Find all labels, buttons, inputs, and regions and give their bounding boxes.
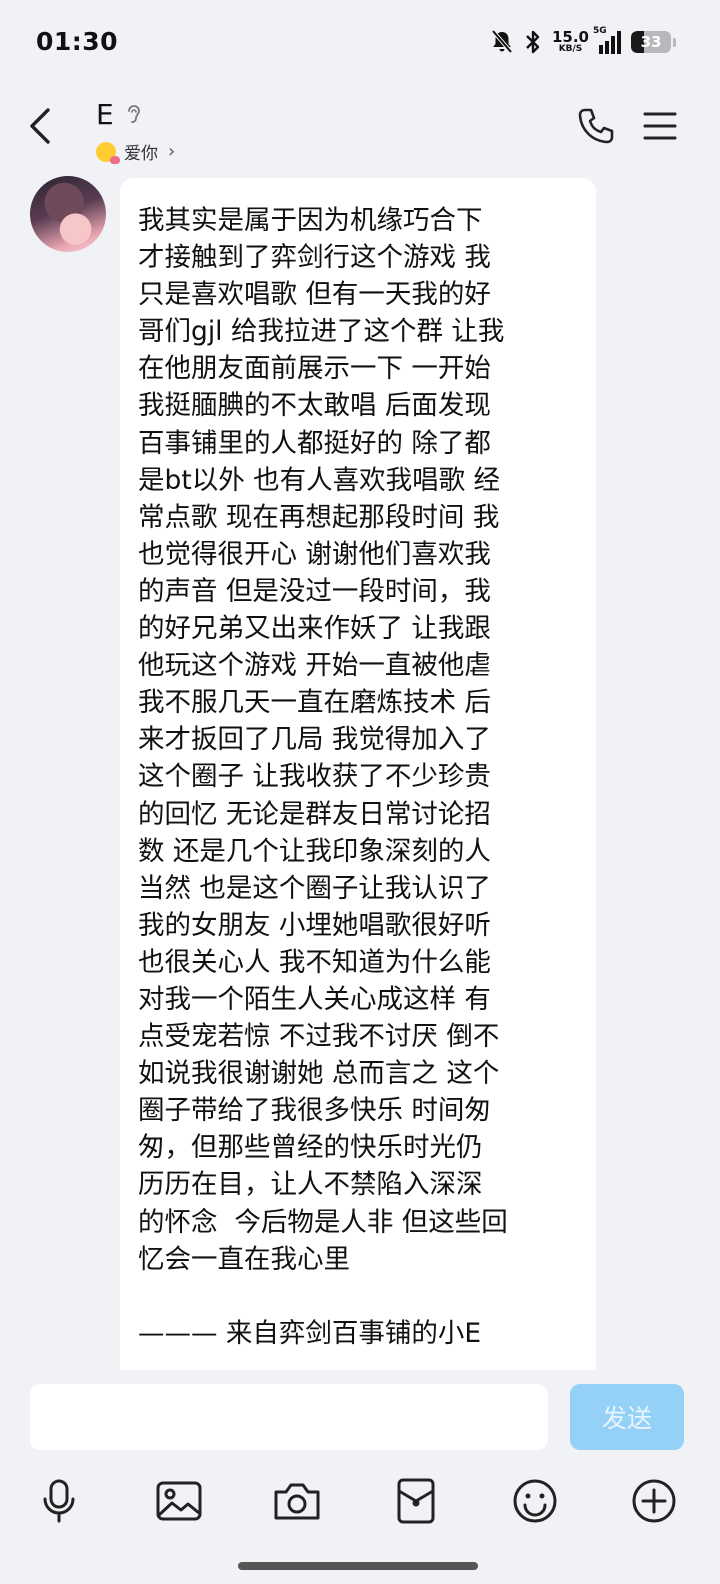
chevron-right-icon: ›: [168, 141, 176, 162]
ear-icon: [128, 105, 140, 123]
red-packet-icon[interactable]: [391, 1476, 441, 1526]
message-text: 我其实是属于因为机缘巧合下 才接触到了弈剑行这个游戏 我 只是喜欢唱歌 但有一天…: [138, 205, 508, 1349]
avatar[interactable]: [30, 176, 106, 252]
signal-icon: 5G: [593, 26, 621, 54]
emoji-icon[interactable]: [510, 1476, 560, 1526]
status-icons: 15.0 KB/S 5G 33: [490, 26, 676, 58]
message-input[interactable]: [30, 1384, 548, 1450]
phone-call-button[interactable]: [576, 106, 616, 146]
status-bar: 01:30 15.0 KB/S 5G 33: [0, 0, 720, 84]
network-type: 5G: [593, 26, 607, 36]
battery-level: 33: [640, 33, 662, 51]
status-emoji-icon: [96, 141, 120, 164]
chat-header: E 爱你 ›: [0, 84, 720, 176]
camera-icon[interactable]: [272, 1476, 322, 1526]
network-speed-value: 15.0: [551, 28, 589, 46]
mute-bell-icon: [491, 29, 513, 54]
menu-button[interactable]: [642, 108, 678, 144]
battery-icon: 33: [631, 31, 671, 53]
back-button[interactable]: [22, 102, 62, 150]
network-speed: 15.0 KB/S: [552, 30, 589, 54]
chat-toolbar: [0, 1470, 720, 1540]
contact-name[interactable]: E: [96, 98, 114, 131]
contact-status[interactable]: 爱你 ›: [96, 139, 175, 164]
plus-icon[interactable]: [629, 1476, 679, 1526]
status-text: 爱你: [124, 144, 158, 164]
chat-area[interactable]: 我其实是属于因为机缘巧合下 才接触到了弈剑行这个游戏 我 只是喜欢唱歌 但有一天…: [0, 176, 720, 1388]
bluetooth-icon: [526, 30, 540, 54]
home-indicator[interactable]: [238, 1562, 478, 1570]
input-bar: 发送: [0, 1370, 720, 1470]
status-time: 01:30: [36, 27, 119, 56]
microphone-icon[interactable]: [34, 1476, 84, 1526]
send-button[interactable]: 发送: [570, 1384, 684, 1450]
network-speed-unit: KB/S: [558, 44, 583, 54]
image-icon[interactable]: [154, 1476, 204, 1526]
